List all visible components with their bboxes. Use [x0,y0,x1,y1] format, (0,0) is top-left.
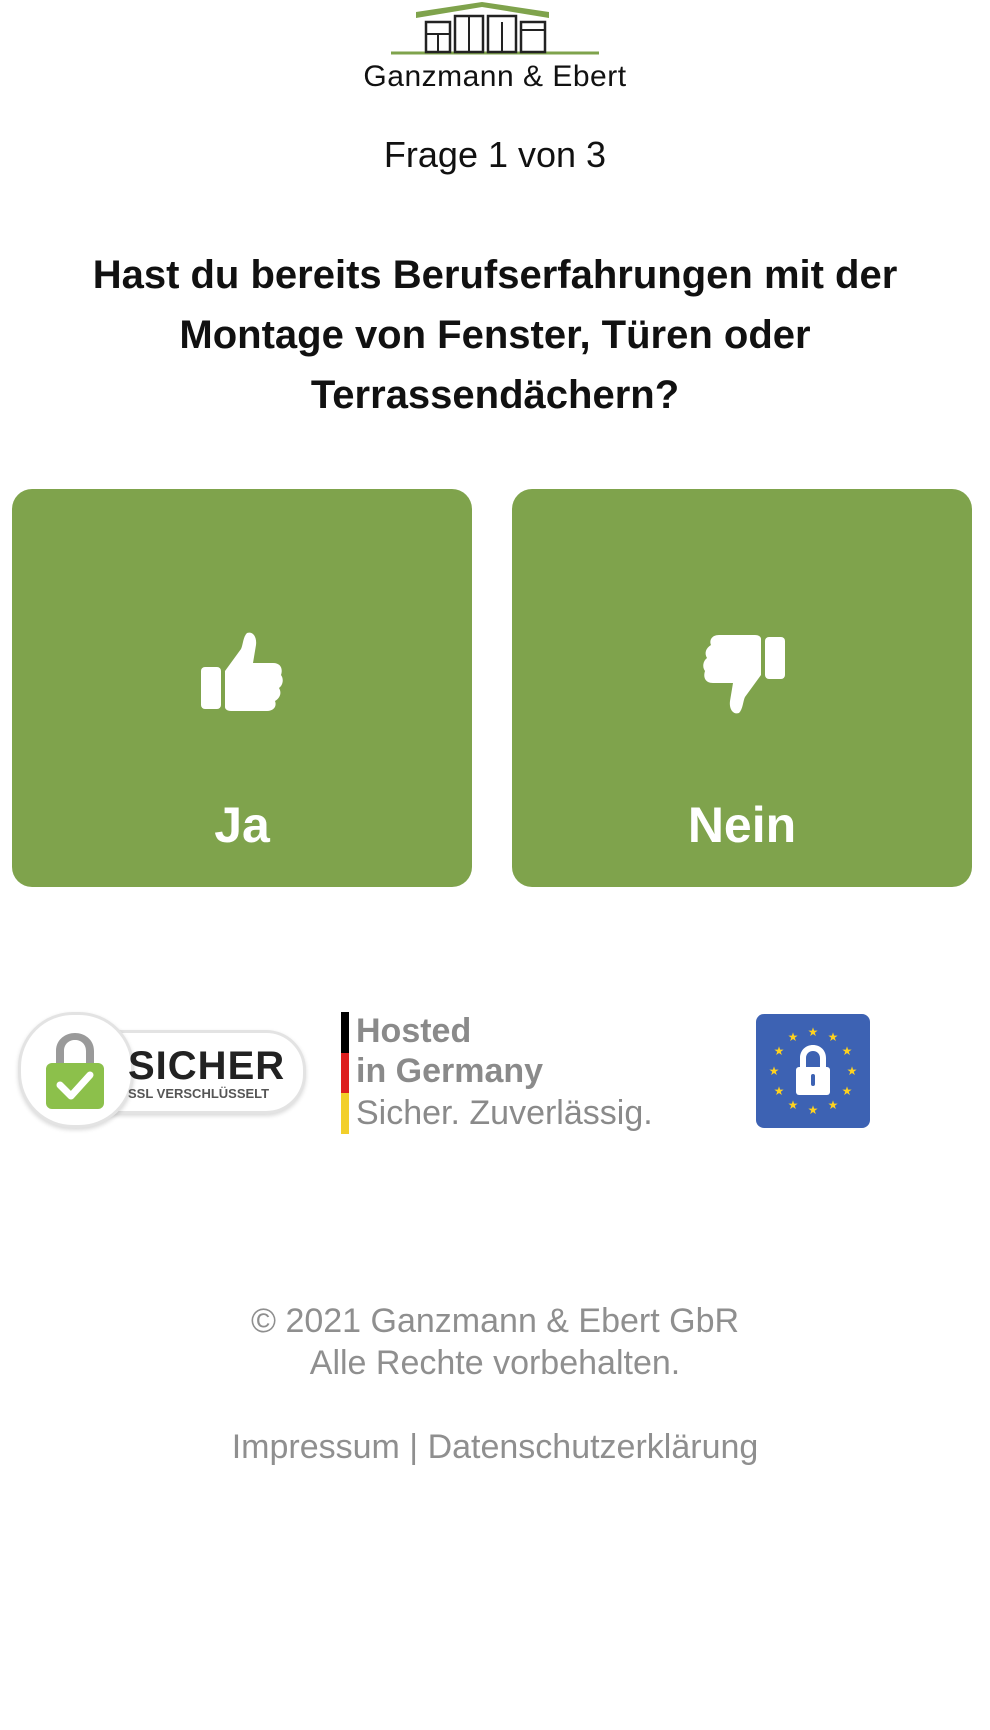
svg-text:★: ★ [828,1030,839,1044]
brand-logo: Ganzmann & Ebert [355,0,635,100]
svg-text:★: ★ [769,1064,780,1078]
impressum-link[interactable]: Impressum [232,1428,400,1466]
trust-badges: SICHER SSL VERSCHLÜSSELT Hosted in Germa… [0,1010,990,1140]
hosted-line1: Hosted [356,1012,472,1050]
answer-no-button[interactable]: Nein [512,489,972,887]
svg-text:★: ★ [808,1025,819,1039]
svg-text:★: ★ [774,1084,785,1098]
ssl-subtitle: SSL VERSCHLÜSSELT [128,1086,270,1101]
question-text: Hast du bereits Berufserfahrungen mit de… [92,253,898,417]
hosted-in-germany-badge: Hosted in Germany Sicher. Zuverlässig. [341,1012,661,1136]
ssl-title: SICHER [128,1044,286,1088]
hosted-line2: in Germany [356,1052,544,1090]
padlock-check-icon [46,1033,104,1109]
answer-yes-label: Ja [214,797,270,853]
eu-lock-icon: ★ ★ ★ ★ ★ ★ ★ ★ ★ ★ ★ ★ [756,1014,870,1128]
svg-text:★: ★ [842,1044,853,1058]
thumbs-up-icon [201,632,283,711]
answer-no-label: Nein [687,797,797,853]
footer-links: Impressum | Datenschutzerklärung [0,1426,990,1468]
footer: © 2021 Ganzmann & Ebert GbR Alle Rechte … [0,1300,990,1468]
svg-text:★: ★ [788,1030,799,1044]
svg-text:★: ★ [847,1064,858,1078]
answer-yes-button[interactable]: Ja [12,489,472,887]
brand-name: Ganzmann & Ebert [363,60,627,93]
rights-text: Alle Rechte vorbehalten. [309,1344,681,1382]
svg-text:★: ★ [842,1084,853,1098]
svg-text:★: ★ [774,1044,785,1058]
question-progress: Frage 1 von 3 [383,134,607,175]
svg-text:★: ★ [808,1103,819,1117]
footer-link-separator: | [399,1428,428,1466]
privacy-link[interactable]: Datenschutzerklärung [428,1428,759,1466]
hosted-line3: Sicher. Zuverlässig. [356,1094,653,1132]
ssl-badge: SICHER SSL VERSCHLÜSSELT [18,1010,306,1130]
thumbs-down-icon [703,635,785,714]
svg-text:★: ★ [788,1098,799,1112]
copyright-text: © 2021 Ganzmann & Ebert GbR [250,1302,740,1340]
house-logo-icon [391,2,599,55]
svg-text:★: ★ [828,1098,839,1112]
german-flag-bar [341,1012,349,1135]
